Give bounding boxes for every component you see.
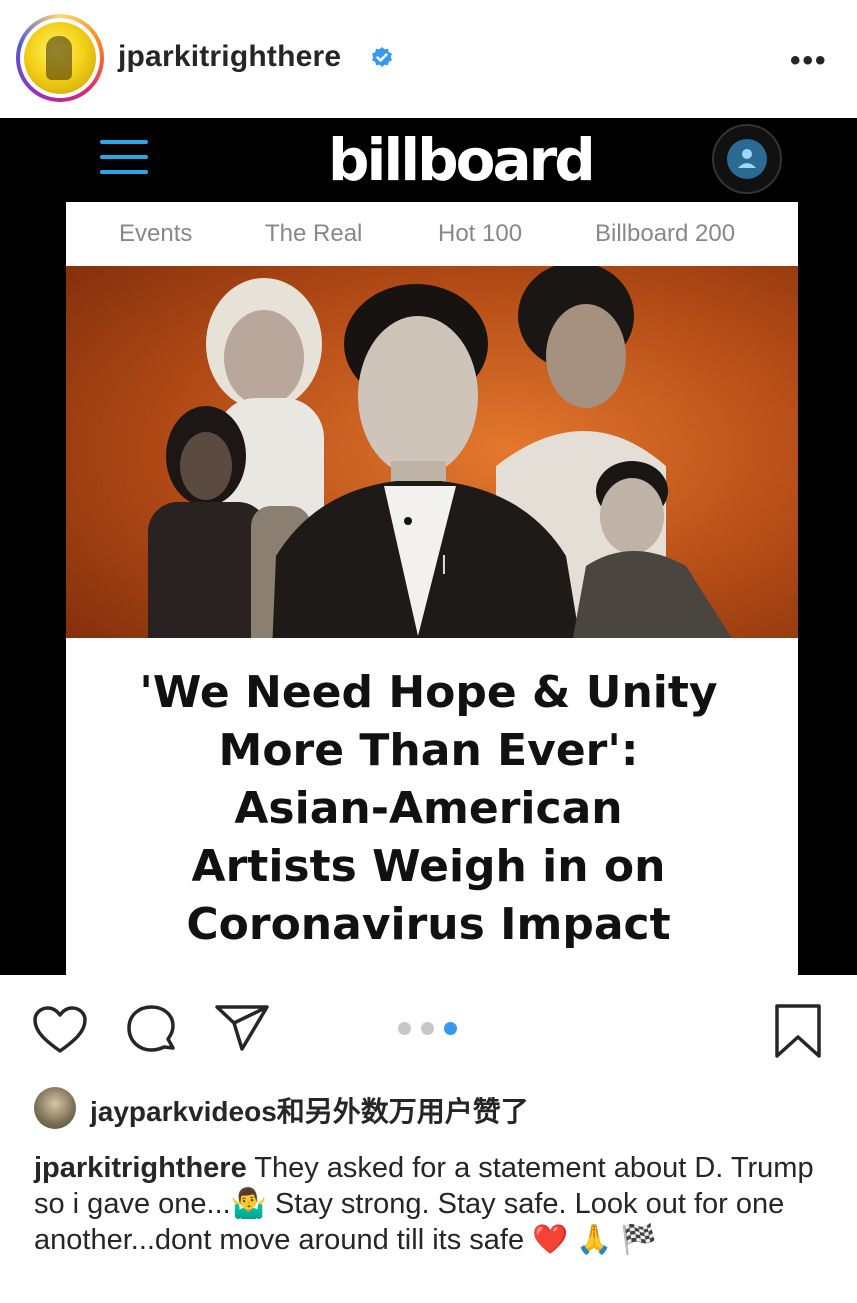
profile-avatar[interactable] [16, 14, 104, 102]
headline-line: 'We Need Hope & Unity [139, 667, 718, 718]
caption-username[interactable]: jparkitrighthere [34, 1152, 247, 1184]
nav-item-events: Events [119, 220, 193, 247]
nav-item-hot-100: Hot 100 [438, 220, 523, 247]
menu-icon [100, 140, 148, 176]
liker-avatar[interactable] [34, 1087, 76, 1129]
verified-badge-icon [372, 47, 392, 67]
article-headline: 'We Need Hope & Unity More Than Ever': A… [0, 664, 857, 954]
profile-username[interactable]: jparkitrighthere [118, 40, 341, 74]
billboard-nav: Events The Real Hot 100 Billboard 200 [66, 202, 798, 266]
billboard-topbar: billboard [0, 118, 857, 204]
nav-item-the-real: The Real [265, 220, 363, 247]
comment-icon[interactable] [124, 1003, 180, 1059]
heart-icon[interactable] [32, 1005, 88, 1055]
carousel-dot [398, 1022, 411, 1035]
svg-text:ꟾ: ꟾ [441, 555, 447, 579]
nav-item-billboard-200: Billboard 200 [595, 220, 736, 247]
carousel-dot [421, 1022, 434, 1035]
headline-line: Coronavirus Impact [186, 899, 671, 950]
post-header: jparkitrighthere ••• [0, 0, 857, 118]
artists-photo-collage: ꟾ [148, 266, 756, 676]
more-options-button[interactable]: ••• [790, 44, 828, 78]
hero-photo-collage: ꟾ [66, 266, 798, 676]
headline-line: Asian-American [234, 783, 623, 834]
billboard-logo: billboard [328, 126, 596, 194]
account-icon [712, 124, 782, 194]
share-icon[interactable] [214, 1003, 270, 1053]
carousel-dot-active [444, 1022, 457, 1035]
headline-line: Artists Weigh in on [191, 841, 666, 892]
bookmark-icon[interactable] [774, 1003, 822, 1059]
post-caption: jparkitrighthere They asked for a statem… [34, 1150, 834, 1258]
likes-summary[interactable]: jayparkvideos和另外数万用户赞了 [90, 1090, 529, 1130]
headline-line: More Than Ever': [218, 725, 639, 776]
